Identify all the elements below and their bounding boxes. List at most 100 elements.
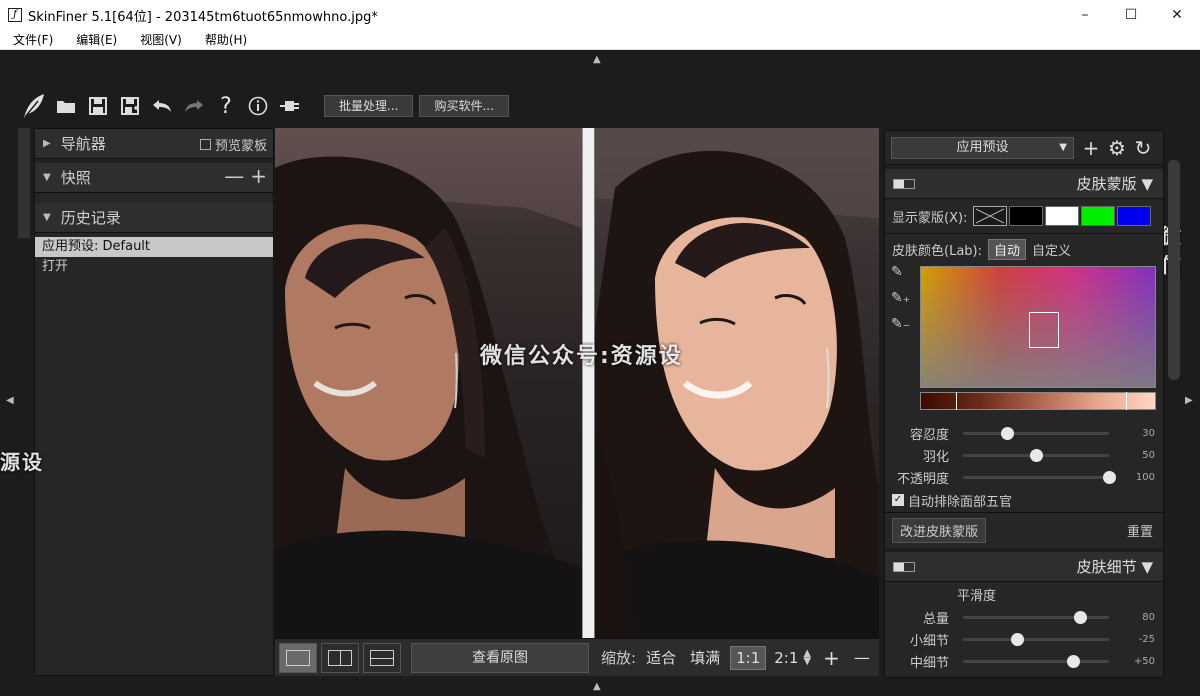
logo-feather-icon: [18, 91, 50, 121]
batch-process-button[interactable]: 批量处理...: [324, 95, 414, 117]
buy-software-button[interactable]: 购买软件...: [419, 95, 509, 117]
collapse-top-icon[interactable]: ▲: [593, 55, 601, 65]
slider-track[interactable]: [963, 470, 1116, 484]
menu-edit[interactable]: 编辑(E): [76, 31, 117, 48]
history-item[interactable]: 打开: [35, 257, 273, 277]
mask-swatch-black[interactable]: [1009, 206, 1044, 226]
history-item[interactable]: 应用预设: Default: [35, 237, 273, 257]
mask-swatch-none[interactable]: [973, 206, 1008, 226]
skin-detail-slider[interactable]: 总量 80: [885, 606, 1163, 628]
before-photo[interactable]: [275, 128, 582, 638]
color-selection-box[interactable]: [1029, 312, 1059, 348]
zoom-fill-button[interactable]: 填满: [690, 647, 720, 668]
zoom-1to1-button[interactable]: 1:1: [730, 645, 767, 670]
split-vertical-view-button[interactable]: [321, 642, 359, 673]
collapse-left-icon[interactable]: ◀: [6, 396, 14, 406]
info-icon[interactable]: [242, 91, 274, 121]
gear-icon[interactable]: ⚙: [1108, 136, 1126, 160]
left-panel-scrollbar[interactable]: [18, 128, 30, 238]
slider-value: 80: [1142, 611, 1155, 623]
image-canvas[interactable]: 微信公众号:资源设: [275, 128, 879, 638]
toolbar: ? 批量处理... 购买软件...: [18, 88, 509, 124]
improve-skin-mask-button[interactable]: 改进皮肤蒙版: [892, 518, 987, 543]
tone-range-end[interactable]: [1126, 392, 1127, 410]
close-button[interactable]: ✕: [1154, 0, 1200, 30]
slider-track[interactable]: [963, 426, 1109, 440]
skin-color-custom-button[interactable]: 自定义: [1032, 240, 1071, 259]
zoom-stepper-icon[interactable]: ▲ ▼: [803, 648, 811, 666]
tone-range-start[interactable]: [956, 392, 957, 410]
preset-row: 应用预设 ▼ + ⚙ ↻: [885, 131, 1163, 165]
slider-thumb[interactable]: [1073, 610, 1087, 624]
undo-icon[interactable]: [146, 91, 178, 121]
slider-track[interactable]: [963, 610, 1109, 624]
eyedropper-icon[interactable]: ✎: [891, 264, 913, 290]
right-panel-scrollbar[interactable]: [1168, 160, 1180, 380]
eyedropper-subtract-icon[interactable]: ✎₋: [891, 316, 913, 342]
skin-tone-bar[interactable]: [920, 392, 1156, 410]
skin-mask-toggle[interactable]: [893, 178, 915, 189]
history-header[interactable]: ▼ 历史记录: [35, 203, 273, 233]
skin-detail-header[interactable]: 皮肤细节 ▼: [885, 552, 1163, 582]
slider-label: 总量: [922, 611, 949, 627]
display-mask-row: 显示蒙版(X):: [885, 199, 1163, 233]
slider-thumb[interactable]: [1000, 426, 1014, 440]
skin-detail-slider[interactable]: 小细节 -25: [885, 628, 1163, 650]
minimize-button[interactable]: –: [1062, 0, 1108, 30]
slider-thumb[interactable]: [1030, 448, 1043, 462]
add-icon[interactable]: +: [1082, 136, 1100, 160]
zoom-in-button[interactable]: +: [823, 646, 840, 670]
skin-mask-slider[interactable]: 容忍度 30: [885, 422, 1163, 444]
mask-swatch-blue[interactable]: [1117, 206, 1152, 226]
slider-track[interactable]: [963, 632, 1109, 646]
snapshot-header[interactable]: ▼ 快照 — +: [35, 163, 273, 193]
skin-detail-toggle[interactable]: [893, 561, 915, 572]
skin-detail-slider[interactable]: 中细节 +50: [885, 650, 1163, 672]
maximize-button[interactable]: ☐: [1108, 0, 1154, 30]
after-photo[interactable]: [595, 128, 879, 638]
menu-help[interactable]: 帮助(H): [205, 31, 247, 48]
snapshot-remove-button[interactable]: —: [224, 164, 244, 188]
slider-thumb[interactable]: [1011, 632, 1025, 646]
collapse-bottom-icon[interactable]: ▲: [593, 682, 601, 692]
mask-swatch-green[interactable]: [1081, 206, 1116, 226]
slider-thumb[interactable]: [1103, 470, 1116, 484]
preview-mask-checkbox[interactable]: [199, 139, 211, 150]
open-folder-icon[interactable]: [50, 91, 82, 121]
save-icon[interactable]: [82, 91, 114, 121]
apply-preset-dropdown[interactable]: 应用预设 ▼: [891, 136, 1074, 159]
help-icon[interactable]: ?: [210, 91, 242, 121]
single-view-button[interactable]: [279, 642, 317, 673]
split-horizontal-view-button[interactable]: [363, 642, 401, 673]
zoom-2to1-button[interactable]: 2:1: [774, 649, 798, 667]
skin-color-field[interactable]: [920, 266, 1156, 388]
save-as-icon[interactable]: [114, 91, 146, 121]
refresh-icon[interactable]: ↻: [1134, 136, 1152, 160]
auto-exclude-label: 自动排除面部五官: [908, 494, 1013, 510]
eyedropper-add-icon[interactable]: ✎₊: [891, 290, 913, 316]
skin-detail-sliders: 总量 80 小细节 -25 中细节 +50: [885, 606, 1163, 672]
split-divider[interactable]: [582, 128, 595, 638]
collapse-right-icon[interactable]: ▶: [1185, 396, 1193, 406]
skin-mask-header[interactable]: 皮肤蒙版 ▼: [885, 169, 1163, 199]
menu-file[interactable]: 文件(F): [13, 31, 53, 48]
plugin-icon[interactable]: [274, 91, 306, 121]
navigator-header[interactable]: ▶ 导航器 预览蒙板: [35, 129, 273, 159]
zoom-fit-button[interactable]: 适合: [646, 647, 676, 668]
skin-mask-slider[interactable]: 羽化 50: [885, 444, 1163, 466]
redo-icon[interactable]: [178, 91, 210, 121]
reset-button[interactable]: 重置: [1127, 521, 1153, 540]
slider-label: 不透明度: [896, 471, 949, 487]
slider-thumb[interactable]: [1066, 654, 1080, 668]
skin-mask-slider[interactable]: 不透明度 100: [885, 466, 1163, 488]
preview-mask-label: 预览蒙板: [214, 139, 267, 154]
slider-track[interactable]: [963, 448, 1109, 462]
skin-color-auto-button[interactable]: 自动: [988, 238, 1027, 260]
slider-track[interactable]: [963, 654, 1109, 668]
zoom-out-button[interactable]: —: [854, 648, 870, 667]
auto-exclude-checkbox[interactable]: ✓: [892, 494, 904, 506]
view-original-button[interactable]: 查看原图: [411, 642, 589, 673]
mask-swatch-white[interactable]: [1045, 206, 1080, 226]
menu-view[interactable]: 视图(V): [140, 31, 182, 48]
snapshot-add-button[interactable]: +: [250, 164, 267, 188]
